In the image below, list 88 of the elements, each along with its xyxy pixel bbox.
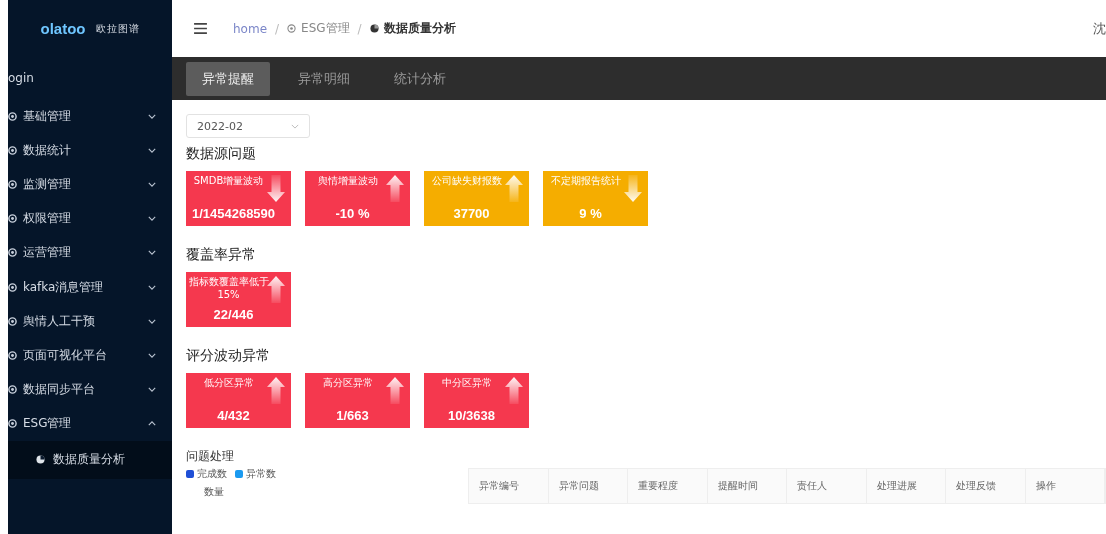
- section-title: 数据源问题: [186, 145, 257, 163]
- logo-name: 欧拉图谱: [95, 21, 140, 36]
- chevron-icon: [148, 147, 156, 153]
- tab[interactable]: 异常提醒: [186, 61, 270, 96]
- month-select[interactable]: 2022-02: [186, 114, 310, 138]
- section-title: 评分波动异常: [186, 347, 271, 365]
- tab[interactable]: 异常明细: [282, 61, 366, 96]
- column-header: 重要程度: [628, 469, 708, 503]
- card-value: 1/663: [336, 408, 369, 423]
- breadcrumb-item: 数据质量分析: [369, 20, 456, 37]
- card-label: 指标数覆盖率低于15%: [187, 275, 270, 300]
- chevron-icon: [148, 181, 156, 187]
- card-value: 22/446: [213, 307, 254, 322]
- tab[interactable]: 统计分析: [378, 61, 462, 96]
- breadcrumb-separator: /: [357, 21, 362, 36]
- column-header: 提醒时间: [707, 469, 787, 503]
- sidebar-item[interactable]: 权限管理: [8, 201, 172, 236]
- sidebar-item[interactable]: 舆情人工干预: [8, 304, 172, 339]
- circle-icon: [8, 214, 17, 224]
- up-arrow-icon: [386, 175, 404, 202]
- column-header: 处理进展: [866, 469, 946, 503]
- card-value: 10/3638: [448, 408, 495, 423]
- chevron-icon: [148, 387, 156, 393]
- sidebar-item[interactable]: 数据同步平台: [8, 372, 172, 407]
- circle-icon: [8, 419, 17, 429]
- column-header: 处理反馈: [946, 469, 1026, 503]
- user-name[interactable]: 沈: [1093, 19, 1106, 38]
- sidebar-item[interactable]: 页面可视化平台: [8, 338, 172, 373]
- chevron-icon: [148, 113, 156, 119]
- chevron-icon: [148, 318, 156, 324]
- up-arrow-icon: [505, 377, 523, 404]
- up-arrow-icon: [386, 377, 404, 404]
- card-label: 高分区异常: [321, 376, 374, 390]
- breadcrumb-item: ESG管理: [287, 20, 350, 37]
- circle-icon: [8, 282, 17, 292]
- down-arrow-icon: [267, 175, 285, 202]
- card-value: 4/432: [217, 408, 250, 423]
- pie-icon: [36, 455, 45, 465]
- breadcrumb-item[interactable]: home: [233, 21, 268, 36]
- login-link[interactable]: ogin: [8, 57, 172, 99]
- menu-icon[interactable]: [194, 23, 207, 34]
- pie-icon: [369, 24, 379, 33]
- logo: olatoo: [40, 20, 86, 37]
- circle-icon: [8, 350, 17, 360]
- circle-icon: [8, 248, 17, 258]
- chevron-icon: [148, 250, 156, 256]
- column-header: 异常问题: [548, 469, 628, 503]
- card-label: 公司缺失财报数: [430, 174, 503, 188]
- up-arrow-icon: [267, 377, 285, 404]
- sidebar-item[interactable]: 数据统计: [8, 133, 172, 168]
- card-label: SMDB增量波动: [192, 174, 265, 188]
- sidebar-item[interactable]: kafka消息管理: [8, 269, 172, 305]
- sidebar-item[interactable]: ESG管理: [8, 406, 172, 441]
- circle-icon: [8, 111, 17, 121]
- up-arrow-icon: [267, 276, 285, 303]
- section-title: 问题处理: [186, 448, 235, 465]
- sidebar-item[interactable]: 基础管理: [8, 99, 172, 134]
- card-value: 1/1454268590: [191, 206, 276, 221]
- axis-label: 数量: [204, 485, 225, 499]
- sidebar-subitem[interactable]: 数据质量分析: [8, 440, 172, 479]
- card-value: 37700: [453, 206, 490, 221]
- up-arrow-icon: [505, 175, 523, 202]
- section-title: 覆盖率异常: [186, 246, 257, 264]
- circle-icon: [8, 145, 17, 155]
- circle-icon: [8, 179, 17, 189]
- sidebar-item[interactable]: 运营管理: [8, 235, 172, 270]
- chevron-icon: [148, 284, 156, 290]
- chevron-icon: [148, 421, 156, 427]
- card-label: 中分区异常: [440, 376, 493, 390]
- card-value: -10 %: [335, 206, 370, 221]
- card-label: 不定期报告统计: [549, 174, 622, 188]
- breadcrumb-separator: /: [275, 21, 280, 36]
- legend-label: 异常数: [246, 467, 276, 481]
- card-label: 舆情增量波动: [316, 174, 379, 188]
- chevron-icon: [148, 352, 156, 358]
- down-arrow-icon: [624, 175, 642, 202]
- column-header: 责任人: [787, 469, 867, 503]
- circle-icon: [8, 385, 17, 395]
- column-header: 异常编号: [469, 469, 549, 503]
- card-label: 低分区异常: [202, 376, 255, 390]
- legend-label: 完成数: [197, 467, 227, 481]
- sidebar-item[interactable]: 监测管理: [8, 167, 172, 202]
- card-value: 9 %: [579, 206, 602, 221]
- circle-icon: [8, 316, 17, 326]
- column-header: 操作: [1025, 469, 1105, 503]
- chevron-icon: [148, 216, 156, 222]
- chevron-icon: [291, 123, 299, 129]
- target-icon: [287, 24, 297, 33]
